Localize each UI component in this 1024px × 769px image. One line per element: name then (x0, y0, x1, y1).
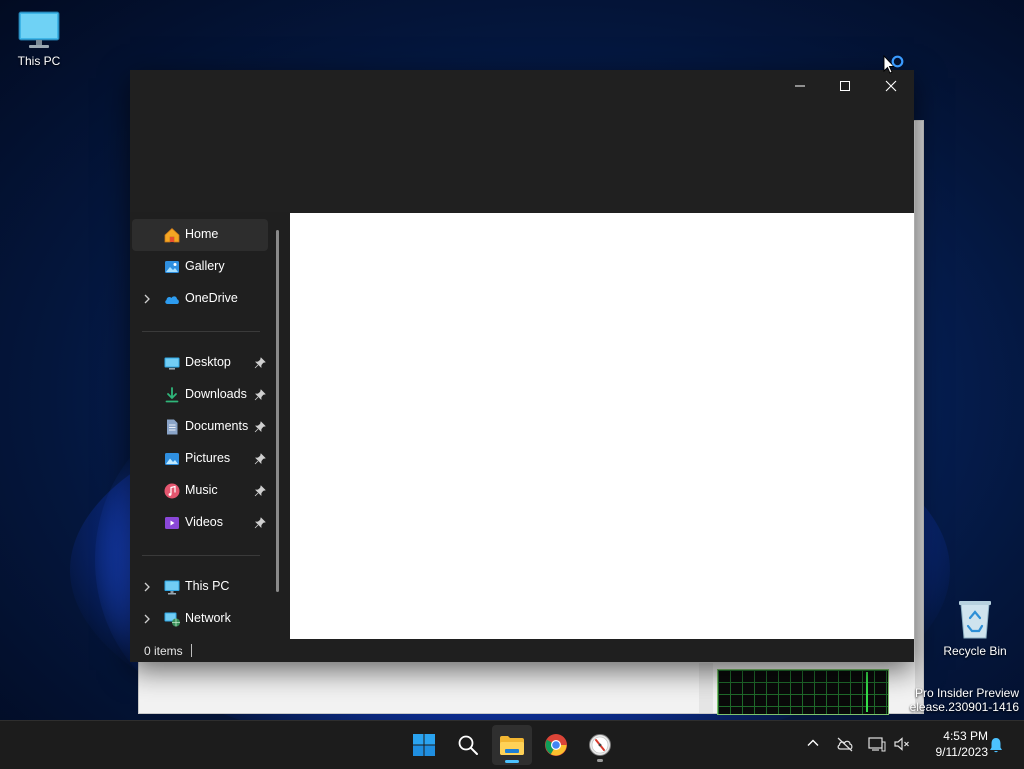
status-bar: 0 items (130, 639, 914, 662)
nav-item-label: Documents (185, 419, 249, 433)
video-icon (165, 517, 179, 529)
maximize-icon (840, 81, 850, 91)
pictures-icon (165, 453, 179, 465)
navigation-pane-scrollbar[interactable] (276, 230, 279, 592)
status-separator (191, 644, 192, 657)
desktop-icon-label: Recycle Bin (943, 644, 1007, 658)
file-explorer-window[interactable]: Home Gallery OneDrive Desktop Downloads … (130, 70, 914, 662)
nav-item-gallery[interactable]: Gallery (132, 251, 268, 283)
graph-spike (866, 672, 868, 712)
nav-item-onedrive[interactable]: OneDrive (132, 283, 268, 315)
network-icon (164, 612, 180, 627)
file-explorer-icon (500, 736, 524, 755)
onedrive-offline-icon[interactable] (836, 736, 854, 752)
nav-item-label: Network (185, 611, 231, 625)
chrome-icon (545, 734, 567, 756)
watermark-line: elease.230901-1416 (909, 700, 1019, 714)
file-list-content-area[interactable] (290, 213, 914, 639)
pin-icon[interactable] (254, 485, 266, 497)
pin-icon[interactable] (254, 453, 266, 465)
music-icon (164, 483, 180, 499)
desktop-folder-icon (164, 357, 180, 370)
search-button[interactable] (448, 725, 488, 765)
minimize-button[interactable] (777, 70, 823, 102)
nav-item-label: Desktop (185, 355, 231, 369)
pin-icon[interactable] (254, 421, 266, 433)
clock-time: 4:53 PM (943, 729, 988, 743)
document-icon (167, 419, 178, 435)
item-count: 0 items (144, 644, 183, 658)
home-icon (164, 227, 180, 243)
notification-bell-icon[interactable] (988, 736, 1004, 754)
start-button[interactable] (404, 725, 444, 765)
nav-item-network[interactable]: Network (132, 603, 268, 635)
pin-icon[interactable] (254, 357, 266, 369)
recycle-bin-icon (959, 601, 991, 639)
busy-cursor-icon (883, 55, 904, 74)
nav-item-label: Pictures (185, 451, 231, 465)
nav-item-label: OneDrive (185, 291, 238, 305)
chevron-right-icon[interactable] (142, 581, 152, 593)
cloud-icon (165, 296, 179, 304)
nav-item-music[interactable]: Music (132, 475, 268, 507)
chevron-right-icon[interactable] (142, 293, 152, 305)
compass-app-icon (589, 734, 611, 756)
start-icon (413, 734, 435, 756)
nav-item-label: Videos (185, 515, 223, 529)
nav-separator (142, 555, 260, 556)
chevron-up-icon[interactable] (806, 736, 820, 750)
volume-muted-icon[interactable] (893, 736, 911, 752)
background-window-scrollbar[interactable] (699, 663, 713, 713)
compass-app-taskbar-button[interactable] (580, 725, 620, 765)
search-icon (458, 735, 478, 755)
nav-item-documents[interactable]: Documents (132, 411, 268, 443)
nav-item-label: Music (185, 483, 218, 497)
desktop-icon-recycle-bin[interactable]: Recycle Bin (937, 598, 1013, 658)
nav-item-label: Gallery (185, 259, 225, 273)
download-icon (165, 387, 179, 403)
performance-graph (717, 669, 889, 715)
monitor-icon (164, 580, 180, 595)
monitor-icon (18, 11, 60, 48)
nav-item-pictures[interactable]: Pictures (132, 443, 268, 475)
maximize-button[interactable] (822, 70, 868, 102)
pin-icon[interactable] (254, 517, 266, 529)
navigation-pane[interactable]: Home Gallery OneDrive Desktop Downloads … (132, 218, 282, 638)
taskbar: 4:53 PM 9/11/2023 (0, 720, 1024, 769)
background-window-edge (915, 121, 923, 713)
chevron-right-icon[interactable] (142, 613, 152, 625)
nav-item-home[interactable]: Home (132, 219, 268, 251)
desktop-icon-label: This PC (17, 54, 61, 68)
title-bar[interactable] (130, 70, 914, 212)
nav-item-downloads[interactable]: Downloads (132, 379, 268, 411)
nav-item-desktop[interactable]: Desktop (132, 347, 268, 379)
watermark-line: Pro Insider Preview (914, 686, 1019, 700)
nav-item-label: This PC (185, 579, 230, 593)
file-explorer-taskbar-button[interactable] (492, 725, 532, 765)
nav-separator (142, 331, 260, 332)
nav-item-this-pc[interactable]: This PC (132, 571, 268, 603)
desktop-icon-this-pc[interactable]: This PC (1, 10, 77, 68)
clock-date: 9/11/2023 (935, 745, 989, 759)
network-status-icon[interactable] (868, 736, 886, 752)
close-icon (885, 80, 897, 92)
gallery-icon (165, 261, 179, 273)
desktop: This PC Recycle Bin Home Gallery OneDriv… (0, 0, 1024, 720)
pin-icon[interactable] (254, 389, 266, 401)
minimize-icon (795, 85, 805, 87)
windows-watermark: Pro Insider Preview elease.230901-1416 (910, 686, 1019, 714)
nav-item-videos[interactable]: Videos (132, 507, 268, 539)
chrome-taskbar-button[interactable] (536, 725, 576, 765)
nav-item-label: Home (185, 227, 219, 241)
taskbar-clock[interactable]: 4:53 PM 9/11/2023 (918, 728, 989, 760)
running-app-indicator (597, 759, 603, 762)
nav-item-label: Downloads (185, 387, 247, 401)
active-app-indicator (505, 760, 519, 763)
